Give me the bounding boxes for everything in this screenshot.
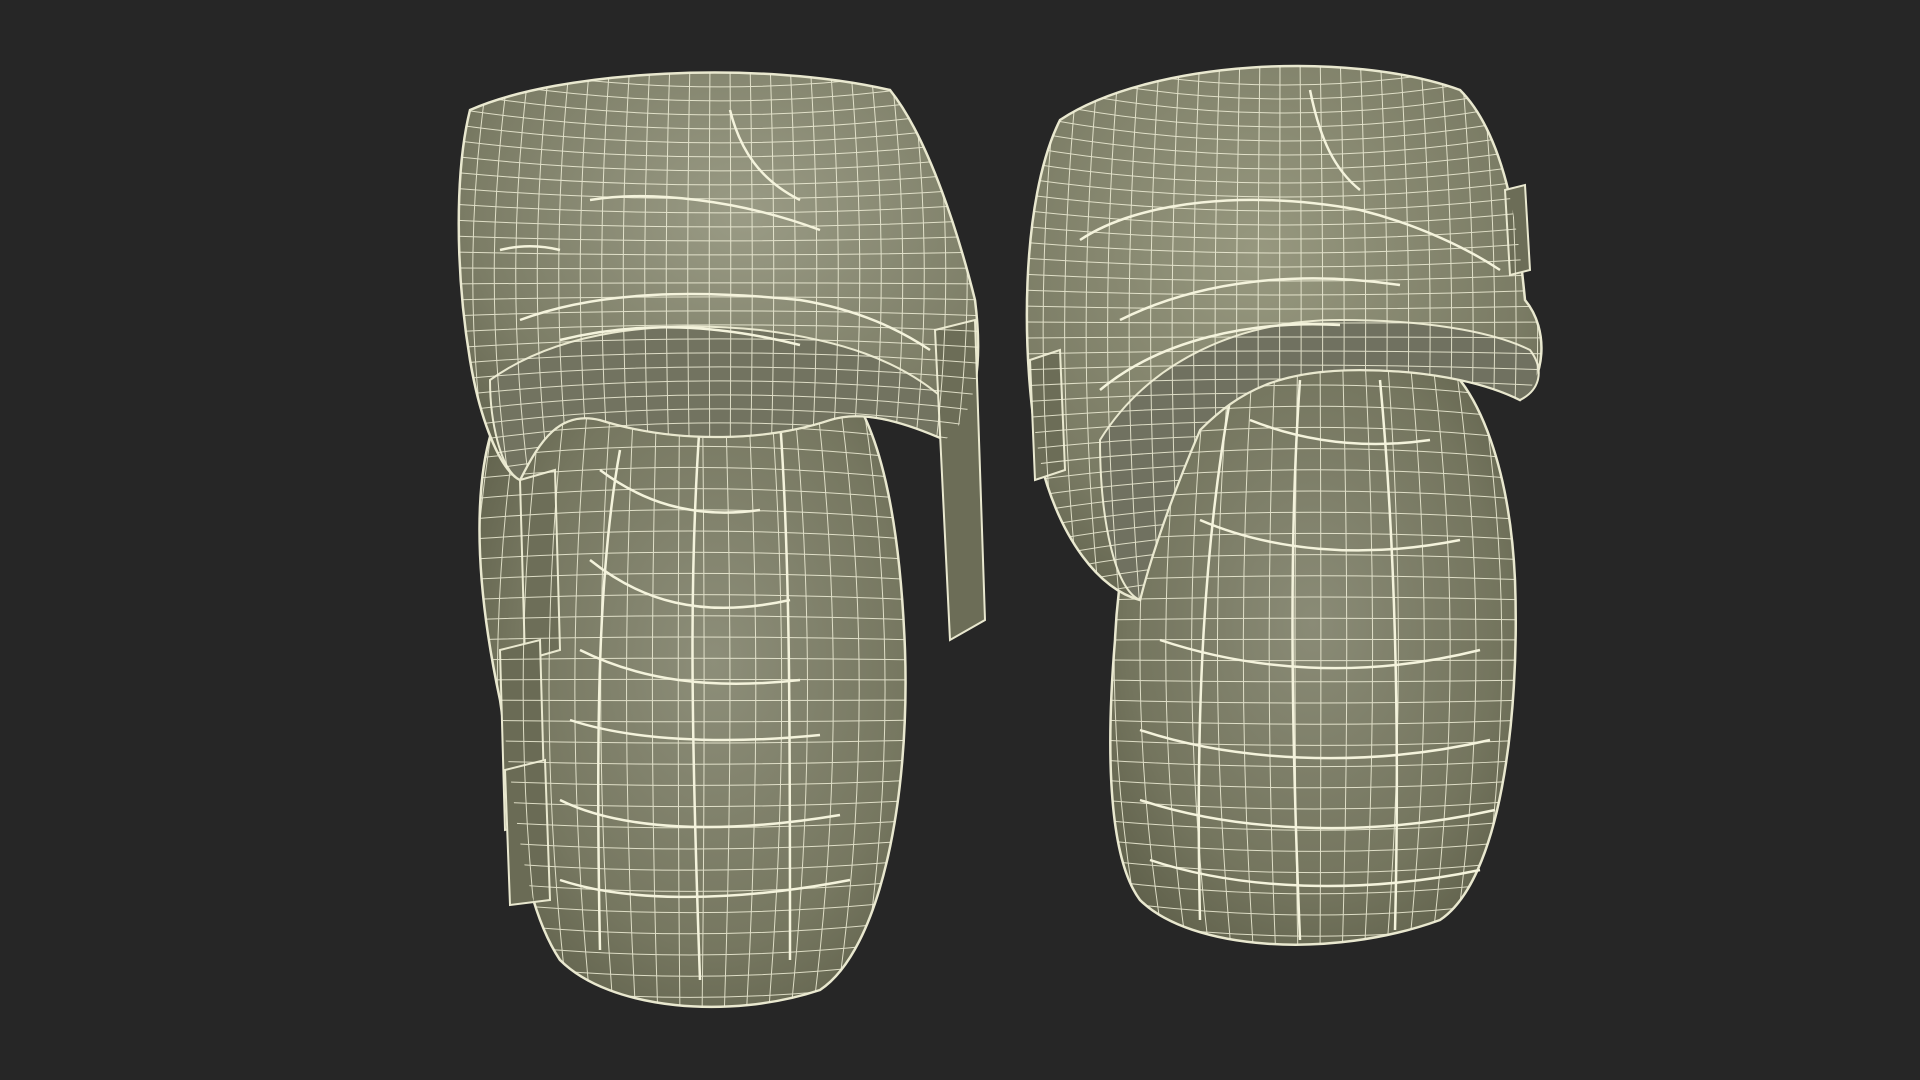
- render-viewport: [0, 0, 1920, 1080]
- right-knee-pad: [1025, 64, 1543, 946]
- wireframe-render: [457, 64, 1543, 1009]
- left-knee-pad: [457, 71, 987, 1009]
